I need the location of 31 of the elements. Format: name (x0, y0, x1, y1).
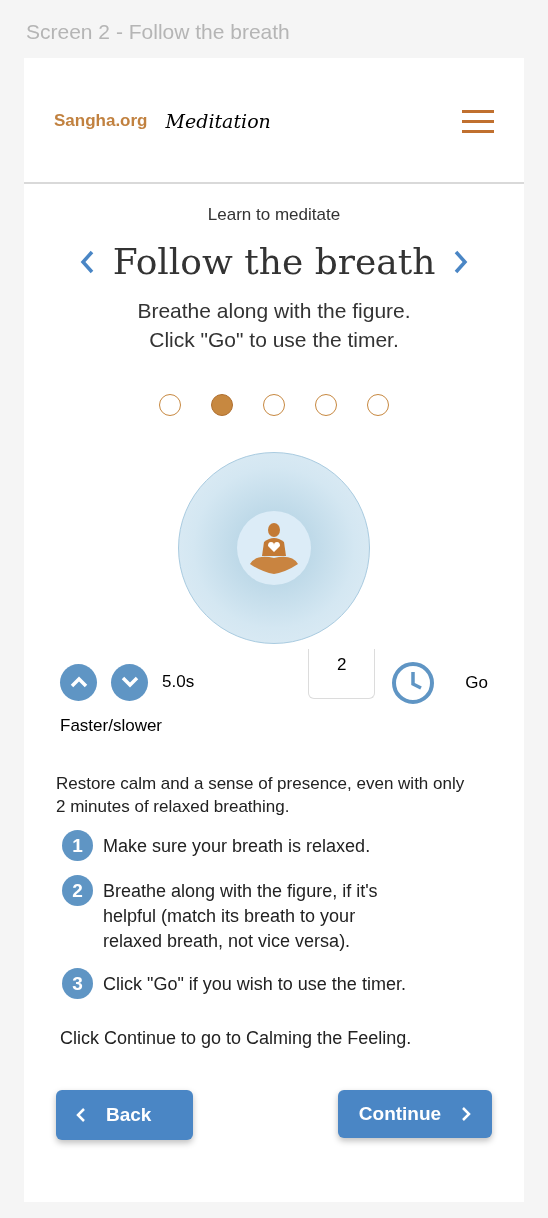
instruction-text: Breathe along with the figure, if it's helpful (match its breath to your relaxed breath, not vice versa). (103, 880, 379, 953)
minutes-field[interactable]: 2 (308, 648, 376, 699)
chevron-left-icon (76, 1107, 86, 1123)
go-button[interactable]: Go (465, 669, 488, 696)
continue-note: Click Continue to go to Calming the Feeling. (59, 1027, 413, 1050)
subtitle-line: Breathe along with the figure. (137, 297, 411, 324)
step-number-badge: 1 (62, 830, 93, 861)
chevron-up-icon (68, 675, 89, 689)
continue-button[interactable]: Continue (338, 1090, 492, 1138)
screen-label: Screen 2 - Follow the breath (26, 20, 290, 43)
section-label: Learn to meditate (207, 204, 341, 226)
step-number-badge: 2 (62, 875, 93, 906)
clock-icon[interactable] (391, 660, 436, 705)
subtitle-line: Click "Go" to use the timer. (149, 326, 399, 353)
previous-arrow-icon[interactable] (78, 248, 95, 275)
chevron-right-icon (461, 1106, 472, 1122)
brand-logo[interactable]: Sangha.org (54, 108, 148, 134)
instruction-text: Click "Go" if you wish to use the timer. (103, 973, 406, 996)
faster-button[interactable] (60, 663, 97, 701)
back-button[interactable]: Back (56, 1090, 193, 1140)
next-arrow-icon[interactable] (453, 248, 470, 275)
slower-button[interactable] (111, 663, 148, 701)
pace-reading: 5.0s (162, 671, 195, 694)
pace-label: Faster/slower (60, 714, 164, 737)
chevron-down-icon (119, 675, 140, 689)
step-number-badge: 3 (62, 968, 93, 999)
intro-text: Restore calm and a sense of presence, even with only 2 minutes of relaxed breathing. (56, 773, 466, 818)
instruction-text: Make sure your breath is relaxed. (103, 835, 371, 858)
page-title: Follow the breath (112, 243, 436, 280)
product-name: Meditation (165, 108, 271, 134)
menu-icon[interactable] (462, 109, 494, 133)
